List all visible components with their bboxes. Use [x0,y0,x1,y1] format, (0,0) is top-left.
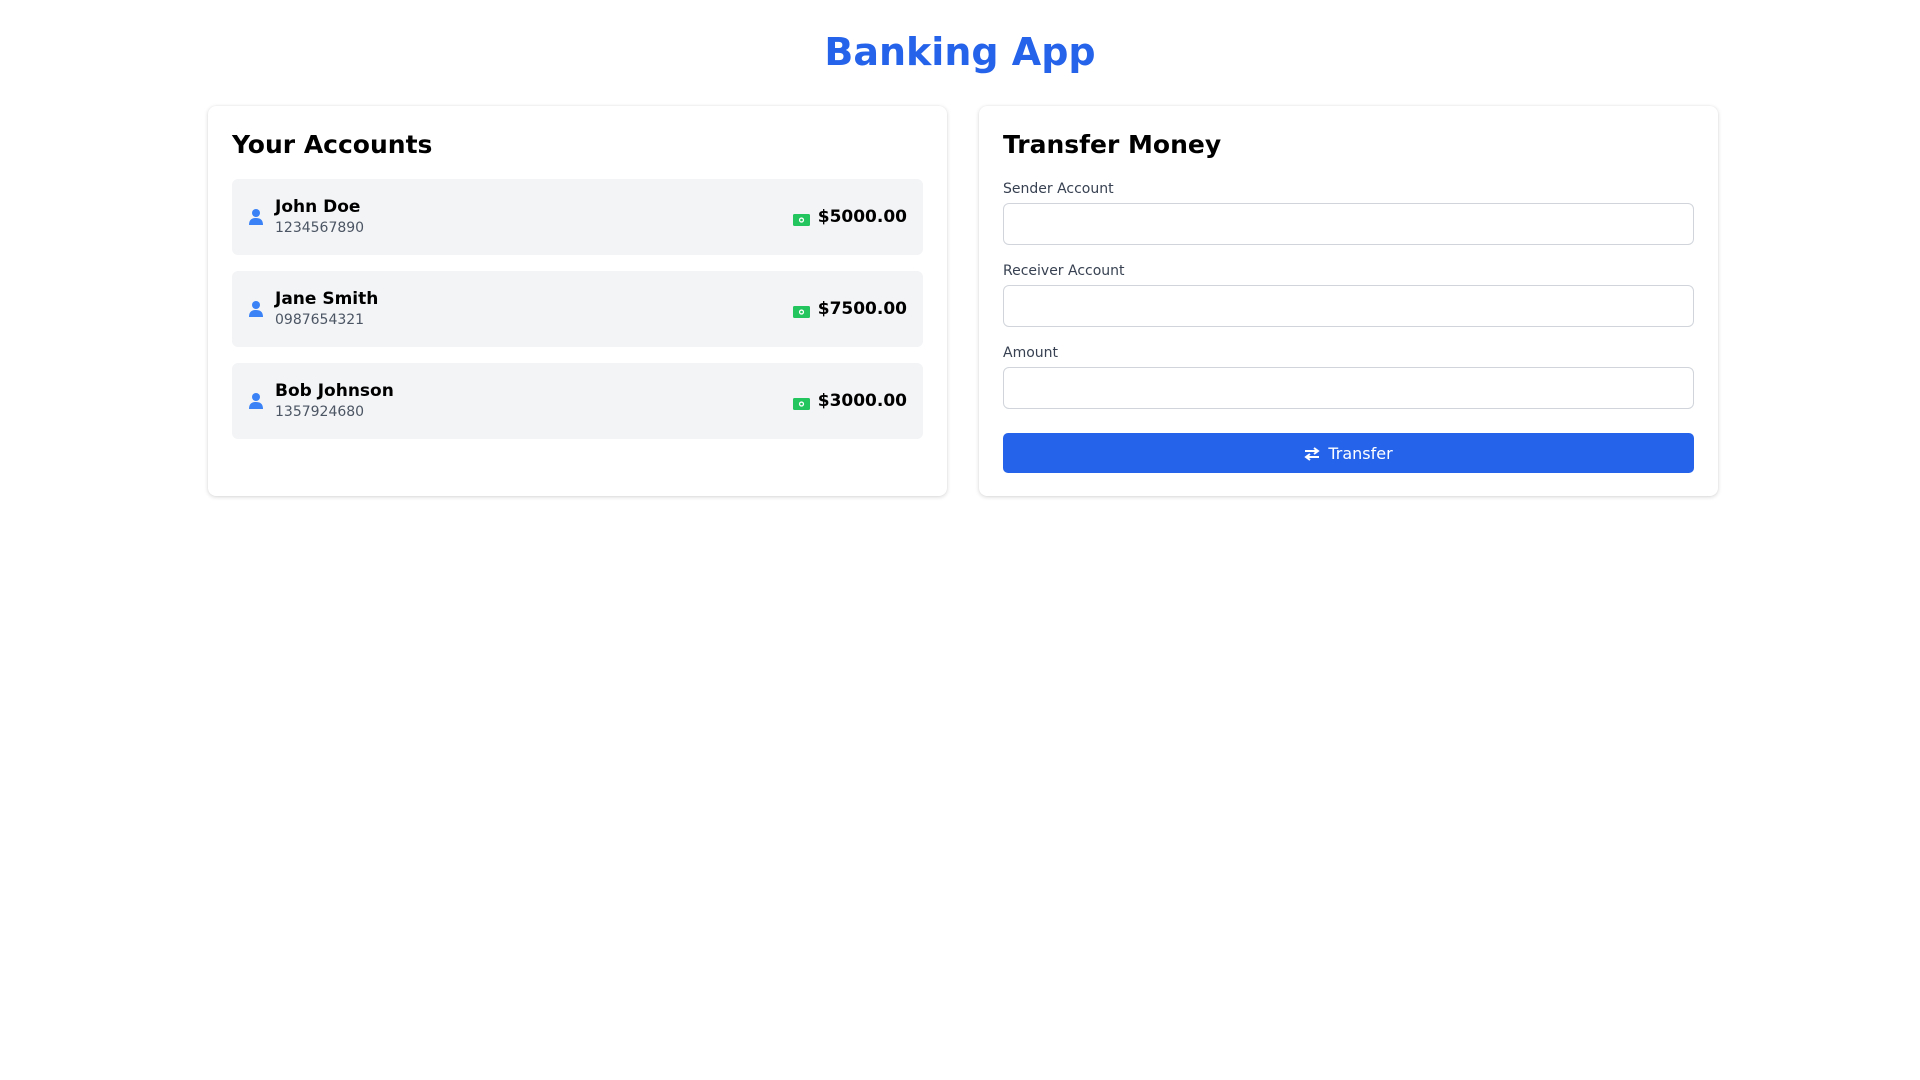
amount-label: Amount [1003,345,1059,361]
account-balance: $7500.00 [817,299,907,319]
receiver-account-input[interactable] [1003,285,1694,327]
account-number: 1234567890 [275,220,365,236]
user-icon [248,392,264,410]
account-number: 0987654321 [275,312,365,328]
account-info: Jane Smith 0987654321 [248,288,378,330]
account-balance-group: $3000.00 [792,391,907,411]
account-card[interactable]: John Doe 1234567890 $5000.00 [232,179,923,255]
account-name: Bob Johnson [275,381,394,401]
account-card[interactable]: Bob Johnson 1357924680 $3000.00 [232,363,923,439]
receiver-group: Receiver Account [1003,261,1694,327]
account-list: John Doe 1234567890 $5000.00 Jane Smith … [232,179,923,439]
accounts-panel-title: Your Accounts [232,130,433,159]
transfer-button[interactable]: Transfer [1003,433,1694,473]
sender-group: Sender Account [1003,179,1694,245]
account-balance: $3000.00 [817,391,907,411]
account-card[interactable]: Jane Smith 0987654321 $7500.00 [232,271,923,347]
amount-input[interactable] [1003,367,1694,409]
exchange-arrows-icon [1304,446,1320,461]
account-info: John Doe 1234567890 [248,196,364,238]
user-icon [248,300,264,318]
money-bill-icon [792,303,810,318]
money-bill-icon [792,395,810,410]
account-name: John Doe [275,197,361,217]
account-balance-group: $7500.00 [792,299,907,319]
user-icon [248,208,264,226]
transfer-panel-title: Transfer Money [1003,130,1222,159]
account-info: Bob Johnson 1357924680 [248,380,394,422]
amount-group: Amount [1003,343,1694,409]
transfer-panel: Transfer Money Sender Account Receiver A… [979,106,1718,496]
transfer-form: Sender Account Receiver Account Amount T… [1003,179,1694,473]
sender-account-input[interactable] [1003,203,1694,245]
money-bill-icon [792,211,810,226]
sender-account-label: Sender Account [1003,181,1114,197]
account-balance: $5000.00 [817,207,907,227]
account-name: Jane Smith [275,289,379,309]
transfer-button-label: Transfer [1328,443,1393,463]
app-title: Banking App [824,30,1096,74]
account-number: 1357924680 [275,404,365,420]
accounts-panel: Your Accounts John Doe 1234567890 $5000.… [208,106,947,496]
receiver-account-label: Receiver Account [1003,263,1125,279]
account-balance-group: $5000.00 [792,207,907,227]
